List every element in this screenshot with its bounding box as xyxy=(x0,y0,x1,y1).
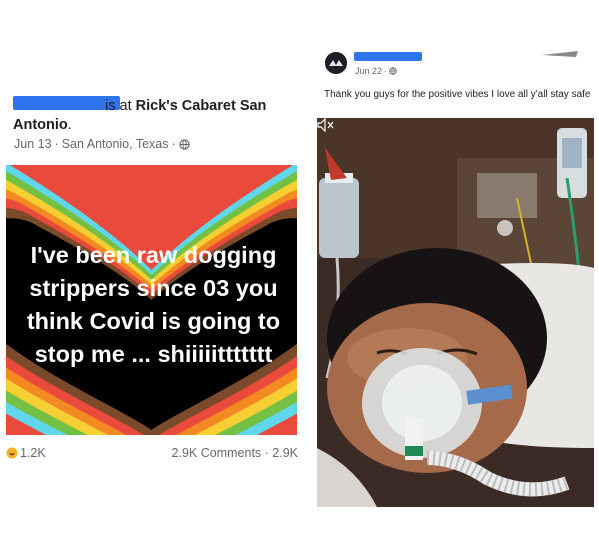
post-date[interactable]: Jun 22 xyxy=(355,66,382,76)
post-meta: Jun 22 · xyxy=(355,66,397,76)
globe-icon xyxy=(178,138,190,150)
meta-separator: · xyxy=(54,137,59,151)
corner-fragment xyxy=(540,46,580,57)
haha-reaction-icon[interactable] xyxy=(6,447,18,459)
avatar[interactable] xyxy=(325,52,347,74)
avatar-image xyxy=(325,52,347,74)
left-post: is at Rick's Cabaret San Antonio. Jun 13 … xyxy=(0,0,305,555)
post-text-line: think Covid is going to xyxy=(26,308,281,334)
checkin-prefix: is at xyxy=(105,98,136,114)
hospital-bed-photo[interactable] xyxy=(317,118,594,507)
post-text-line: strippers since 03 you xyxy=(29,275,278,301)
background-post-text: I've been raw dogging strippers since 03… xyxy=(12,239,295,371)
redacted-name xyxy=(354,52,422,61)
checkin-suffix: . xyxy=(67,117,72,133)
meta-separator: · xyxy=(384,66,388,76)
comment-share-stats: 2.9K Comments · 2.9K xyxy=(172,446,298,460)
right-post: Jun 22 · Thank you guys for the positive… xyxy=(308,0,599,555)
meta-separator: · xyxy=(171,137,176,151)
comments-count[interactable]: 2.9K Comments xyxy=(172,446,262,460)
globe-icon xyxy=(389,67,397,75)
post-header: is at Rick's Cabaret San Antonio. xyxy=(13,97,303,135)
stats-separator: · xyxy=(261,446,273,460)
post-meta: Jun 13 · San Antonio, Texas · xyxy=(14,137,190,151)
speaker-muted-icon[interactable] xyxy=(317,118,335,132)
post-text-line: I've been raw dogging xyxy=(30,242,277,268)
colored-background-post: I've been raw dogging strippers since 03… xyxy=(6,165,297,435)
post-location[interactable]: San Antonio, Texas xyxy=(62,137,169,151)
post-date[interactable]: Jun 13 xyxy=(14,137,52,151)
post-caption: Thank you guys for the positive vibes I … xyxy=(324,89,591,100)
reaction-count[interactable]: 1.2K xyxy=(20,446,46,460)
photo-illustration xyxy=(317,118,594,507)
reactions-bar: 1.2K 2.9K Comments · 2.9K xyxy=(6,446,303,462)
post-text-line: stop me ... shiiiiittttttt xyxy=(34,341,273,367)
place-link[interactable]: Rick's Cabaret San Antonio xyxy=(13,98,266,133)
shares-count[interactable]: 2.9K xyxy=(272,446,298,460)
